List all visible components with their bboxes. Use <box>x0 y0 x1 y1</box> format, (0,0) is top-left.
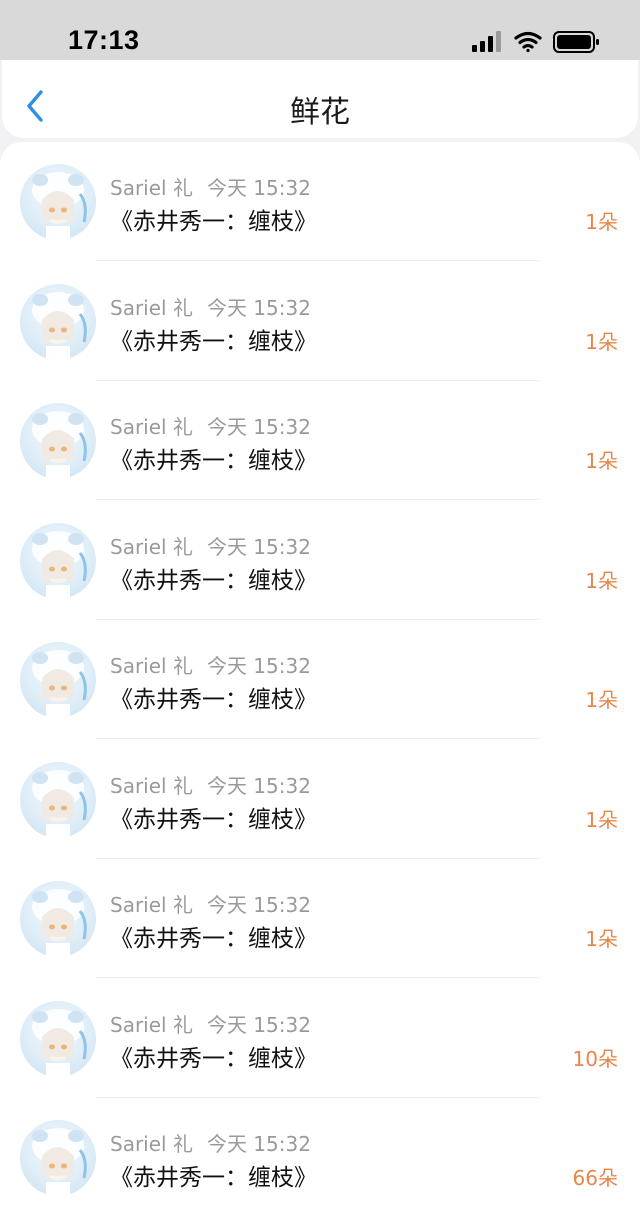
gift-title: 《赤井秀一：缠枝》 <box>110 328 317 355</box>
gift-title: 《赤井秀一：缠枝》 <box>110 209 317 235</box>
flower-count: 66朵 <box>572 1166 618 1190</box>
list-item[interactable]: Sariel 礼今天 15:32 《赤井秀一：缠枝》 1朵 <box>0 501 640 621</box>
wifi-icon <box>514 31 542 53</box>
avatar[interactable] <box>20 283 96 360</box>
sender-name[interactable]: Sariel 礼 <box>110 415 193 439</box>
sender-info: Sariel 礼今天 15:32 <box>110 172 311 201</box>
avatar[interactable] <box>20 1000 96 1077</box>
page-title: 鲜花 <box>290 95 350 130</box>
avatar[interactable] <box>20 761 96 838</box>
sender-name[interactable]: Sariel 礼 <box>110 296 193 320</box>
list-item[interactable]: Sariel 礼今天 15:32 《赤井秀一：缠枝》 1朵 <box>0 381 640 501</box>
gift-title: 《赤井秀一：缠枝》 <box>110 687 317 713</box>
timestamp: 今天 15:32 <box>206 176 311 200</box>
avatar-image <box>32 530 87 599</box>
list-item[interactable]: Sariel 礼今天 15:32 《赤井秀一：缠枝》 1朵 <box>0 262 640 382</box>
status-bar: 17:13 <box>0 0 640 60</box>
flower-count: 1朵 <box>585 688 618 712</box>
list-item[interactable]: Sariel 礼今天 15:32 《赤井秀一：缠枝》 1朵 <box>0 142 640 262</box>
sender-name[interactable]: Sariel 礼 <box>110 1013 193 1037</box>
avatar-image <box>32 650 87 718</box>
avatar-image <box>32 889 87 957</box>
avatar-image <box>32 1128 87 1196</box>
gift-title: 《赤井秀一：缠枝》 <box>110 926 317 952</box>
list-item[interactable]: Sariel 礼今天 15:32 《赤井秀一：缠枝》 1朵 <box>0 859 640 979</box>
list-item[interactable]: Sariel 礼今天 15:32 《赤井秀一：缠枝》 10朵 <box>0 979 640 1099</box>
gift-title: 《赤井秀一：缠枝》 <box>110 1045 317 1072</box>
timestamp: 今天 15:32 <box>206 295 311 320</box>
avatar-image <box>32 172 87 240</box>
sender-info: Sariel 礼今天 15:32 <box>110 292 311 321</box>
avatar[interactable] <box>20 1120 96 1196</box>
avatar-image <box>32 411 87 479</box>
status-icons <box>472 30 600 54</box>
avatar[interactable] <box>20 164 96 240</box>
flower-count: 1朵 <box>585 927 618 951</box>
list-item[interactable]: Sariel 礼今天 15:32 《赤井秀一：缠枝》 66朵 <box>0 1098 640 1210</box>
flower-count: 10朵 <box>572 1046 618 1071</box>
sender-info: Sariel 礼今天 15:32 <box>110 650 311 679</box>
timestamp: 今天 15:32 <box>206 415 311 439</box>
sender-name[interactable]: Sariel 礼 <box>110 535 193 559</box>
list-item[interactable]: Sariel 礼今天 15:32 《赤井秀一：缠枝》 1朵 <box>0 620 640 740</box>
sender-name[interactable]: Sariel 礼 <box>110 654 193 678</box>
sender-name[interactable]: Sariel 礼 <box>110 774 193 798</box>
sender-name[interactable]: Sariel 礼 <box>110 893 193 917</box>
gift-title: 《赤井秀一：缠枝》 <box>110 1165 317 1191</box>
sender-info: Sariel 礼今天 15:32 <box>110 531 311 560</box>
avatar[interactable] <box>20 403 96 479</box>
avatar-image <box>32 1008 87 1077</box>
status-time: 17:13 <box>68 25 140 55</box>
sender-info: Sariel 礼今天 15:32 <box>110 889 311 918</box>
timestamp: 今天 15:32 <box>206 773 311 798</box>
avatar-image <box>32 291 87 360</box>
flower-count: 1朵 <box>585 807 618 832</box>
timestamp: 今天 15:32 <box>206 893 311 917</box>
battery-icon <box>553 31 599 53</box>
sender-info: Sariel 礼今天 15:32 <box>110 1009 311 1038</box>
gift-title: 《赤井秀一：缠枝》 <box>110 567 317 594</box>
timestamp: 今天 15:32 <box>206 1132 311 1156</box>
avatar[interactable] <box>20 522 96 599</box>
cellular-signal-icon <box>472 31 501 52</box>
sender-name[interactable]: Sariel 礼 <box>110 1132 193 1156</box>
flower-count: 1朵 <box>585 329 618 354</box>
sender-info: Sariel 礼今天 15:32 <box>110 770 311 799</box>
avatar[interactable] <box>20 642 96 718</box>
timestamp: 今天 15:32 <box>206 1012 311 1037</box>
gift-title: 《赤井秀一：缠枝》 <box>110 806 317 833</box>
sender-name[interactable]: Sariel 礼 <box>110 176 193 200</box>
timestamp: 今天 15:32 <box>206 654 311 678</box>
timestamp: 今天 15:32 <box>206 534 311 559</box>
gift-list: Sariel 礼今天 15:32 《赤井秀一：缠枝》 1朵 Sariel 礼今天… <box>0 142 640 1210</box>
flower-count: 1朵 <box>585 449 618 473</box>
avatar-image <box>32 769 87 838</box>
gift-title: 《赤井秀一：缠枝》 <box>110 448 317 474</box>
flower-count: 1朵 <box>585 210 618 234</box>
sender-info: Sariel 礼今天 15:32 <box>110 411 311 440</box>
list-item[interactable]: Sariel 礼今天 15:32 《赤井秀一：缠枝》 1朵 <box>0 740 640 860</box>
sender-info: Sariel 礼今天 15:32 <box>110 1128 311 1157</box>
avatar[interactable] <box>20 881 96 957</box>
flower-count: 1朵 <box>585 568 618 593</box>
